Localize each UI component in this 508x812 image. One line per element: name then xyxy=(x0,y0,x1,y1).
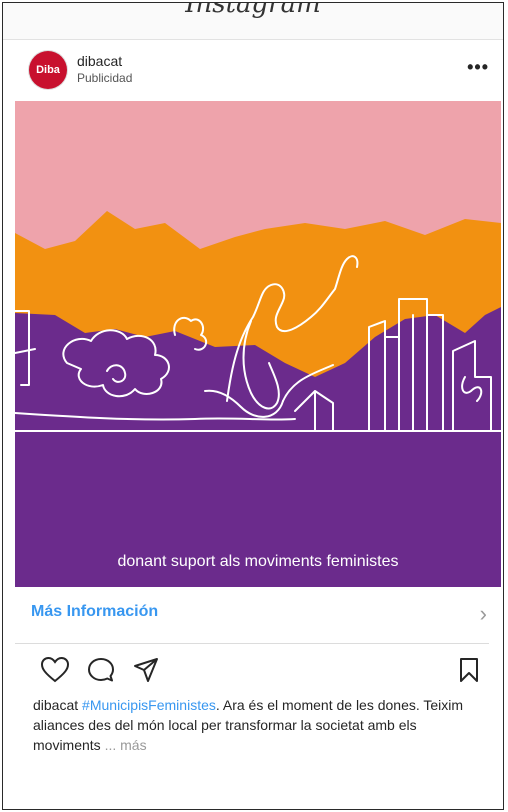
action-bar xyxy=(15,649,489,685)
account-name[interactable]: dibacat xyxy=(77,53,122,69)
post-frame: Instagram Diba dibacat Publicidad ••• do… xyxy=(2,2,504,810)
sponsored-label: Publicidad xyxy=(77,71,133,85)
more-options-icon[interactable]: ••• xyxy=(467,57,489,78)
chevron-right-icon: › xyxy=(479,601,487,626)
post-header: Diba dibacat Publicidad ••• xyxy=(15,47,493,95)
app-logo: Instagram xyxy=(185,2,321,19)
bookmark-icon[interactable] xyxy=(459,657,479,688)
top-bar: Instagram xyxy=(3,3,503,40)
caption-more-link[interactable]: más xyxy=(116,737,146,753)
avatar[interactable]: Diba xyxy=(29,51,67,89)
post-image[interactable]: donant suport als moviments feministes xyxy=(15,101,501,587)
hero-illustration xyxy=(15,101,501,587)
more-info-button[interactable]: Más Información › xyxy=(15,587,489,644)
share-icon[interactable] xyxy=(133,657,159,688)
caption-username[interactable]: dibacat xyxy=(33,697,78,713)
caption-hashtag[interactable]: #MunicipisFeministes xyxy=(82,697,216,713)
post-caption: dibacat #MunicipisFeministes. Ara és el … xyxy=(33,695,481,755)
hero-tagline: donant suport als moviments feministes xyxy=(117,553,399,570)
caption-ellipsis: ... xyxy=(100,737,117,753)
comment-icon[interactable] xyxy=(87,657,115,688)
heart-icon[interactable] xyxy=(40,656,70,688)
more-info-label: Más Información xyxy=(31,603,159,620)
